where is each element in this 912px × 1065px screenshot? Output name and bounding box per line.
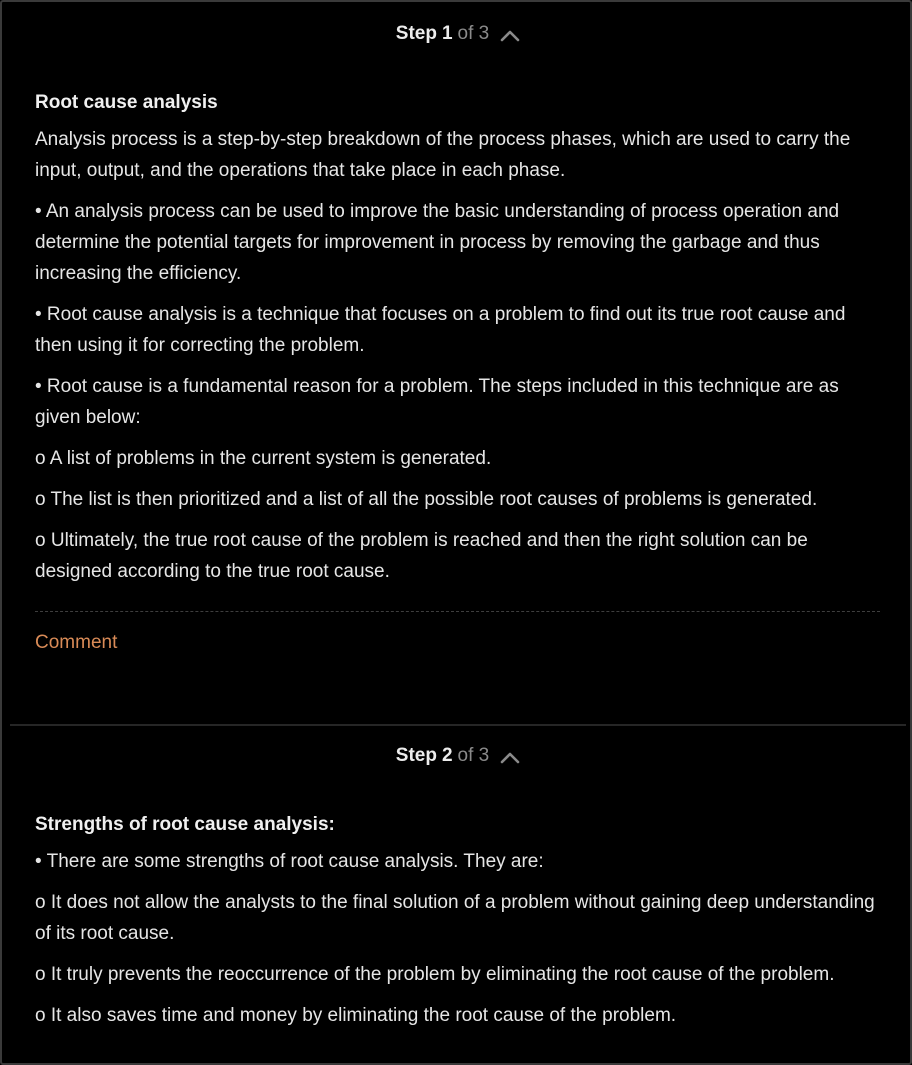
step-1-header-toggle[interactable]: Step 1 of 3 bbox=[10, 10, 906, 58]
step-separator bbox=[10, 724, 906, 726]
step-2-paragraph-3: o It truly prevents the reoccurrence of … bbox=[35, 964, 835, 985]
chevron-up-icon[interactable] bbox=[500, 749, 520, 764]
step-2-number: 2 bbox=[441, 745, 453, 766]
step-1-section: Step 1 of 3 Root cause analysis Analysis… bbox=[10, 10, 906, 724]
step-2-paragraph-1: • There are some strengths of root cause… bbox=[35, 851, 544, 872]
step-1-paragraph-7: o Ultimately, the true root cause of the… bbox=[35, 530, 808, 582]
step-1-paragraph-3: • Root cause analysis is a technique tha… bbox=[35, 304, 846, 356]
step-2-header-toggle[interactable]: Step 2 of 3 bbox=[10, 732, 906, 780]
step-2-section: Step 2 of 3 Strengths of root cause anal… bbox=[10, 732, 906, 1041]
step-1-paragraph-5: o A list of problems in the current syst… bbox=[35, 448, 492, 469]
step-1-heading: Root cause analysis bbox=[35, 92, 218, 113]
step-2-of-total: of 3 bbox=[457, 745, 490, 766]
step-1-of-total: of 3 bbox=[457, 23, 490, 44]
step-2-paragraph-2: o It does not allow the analysts to the … bbox=[35, 892, 875, 944]
step-2-label: Step bbox=[395, 745, 437, 766]
step-2-paragraph-4: o It also saves time and money by elimin… bbox=[35, 1005, 677, 1026]
step-1-paragraph-2: • An analysis process can be used to imp… bbox=[35, 201, 840, 284]
step-1-paragraph-6: o The list is then prioritized and a lis… bbox=[35, 489, 818, 510]
solution-steps-container: Step 1 of 3 Root cause analysis Analysis… bbox=[10, 10, 906, 1059]
step-1-paragraph-1: Analysis process is a step-by-step break… bbox=[35, 129, 851, 181]
chevron-up-icon[interactable] bbox=[500, 27, 520, 42]
step-1-number: 1 bbox=[441, 23, 453, 44]
step-1-divider bbox=[35, 611, 880, 612]
step-1-label: Step bbox=[395, 23, 437, 44]
solution-frame: Step 1 of 3 Root cause analysis Analysis… bbox=[0, 0, 912, 1065]
step-2-content: Strengths of root cause analysis: • Ther… bbox=[10, 780, 906, 1031]
step-1-paragraph-4: • Root cause is a fundamental reason for… bbox=[35, 376, 839, 428]
step-1-content: Root cause analysis Analysis process is … bbox=[10, 58, 906, 587]
comment-link[interactable]: Comment bbox=[35, 628, 117, 658]
step-2-heading: Strengths of root cause analysis: bbox=[35, 814, 335, 835]
